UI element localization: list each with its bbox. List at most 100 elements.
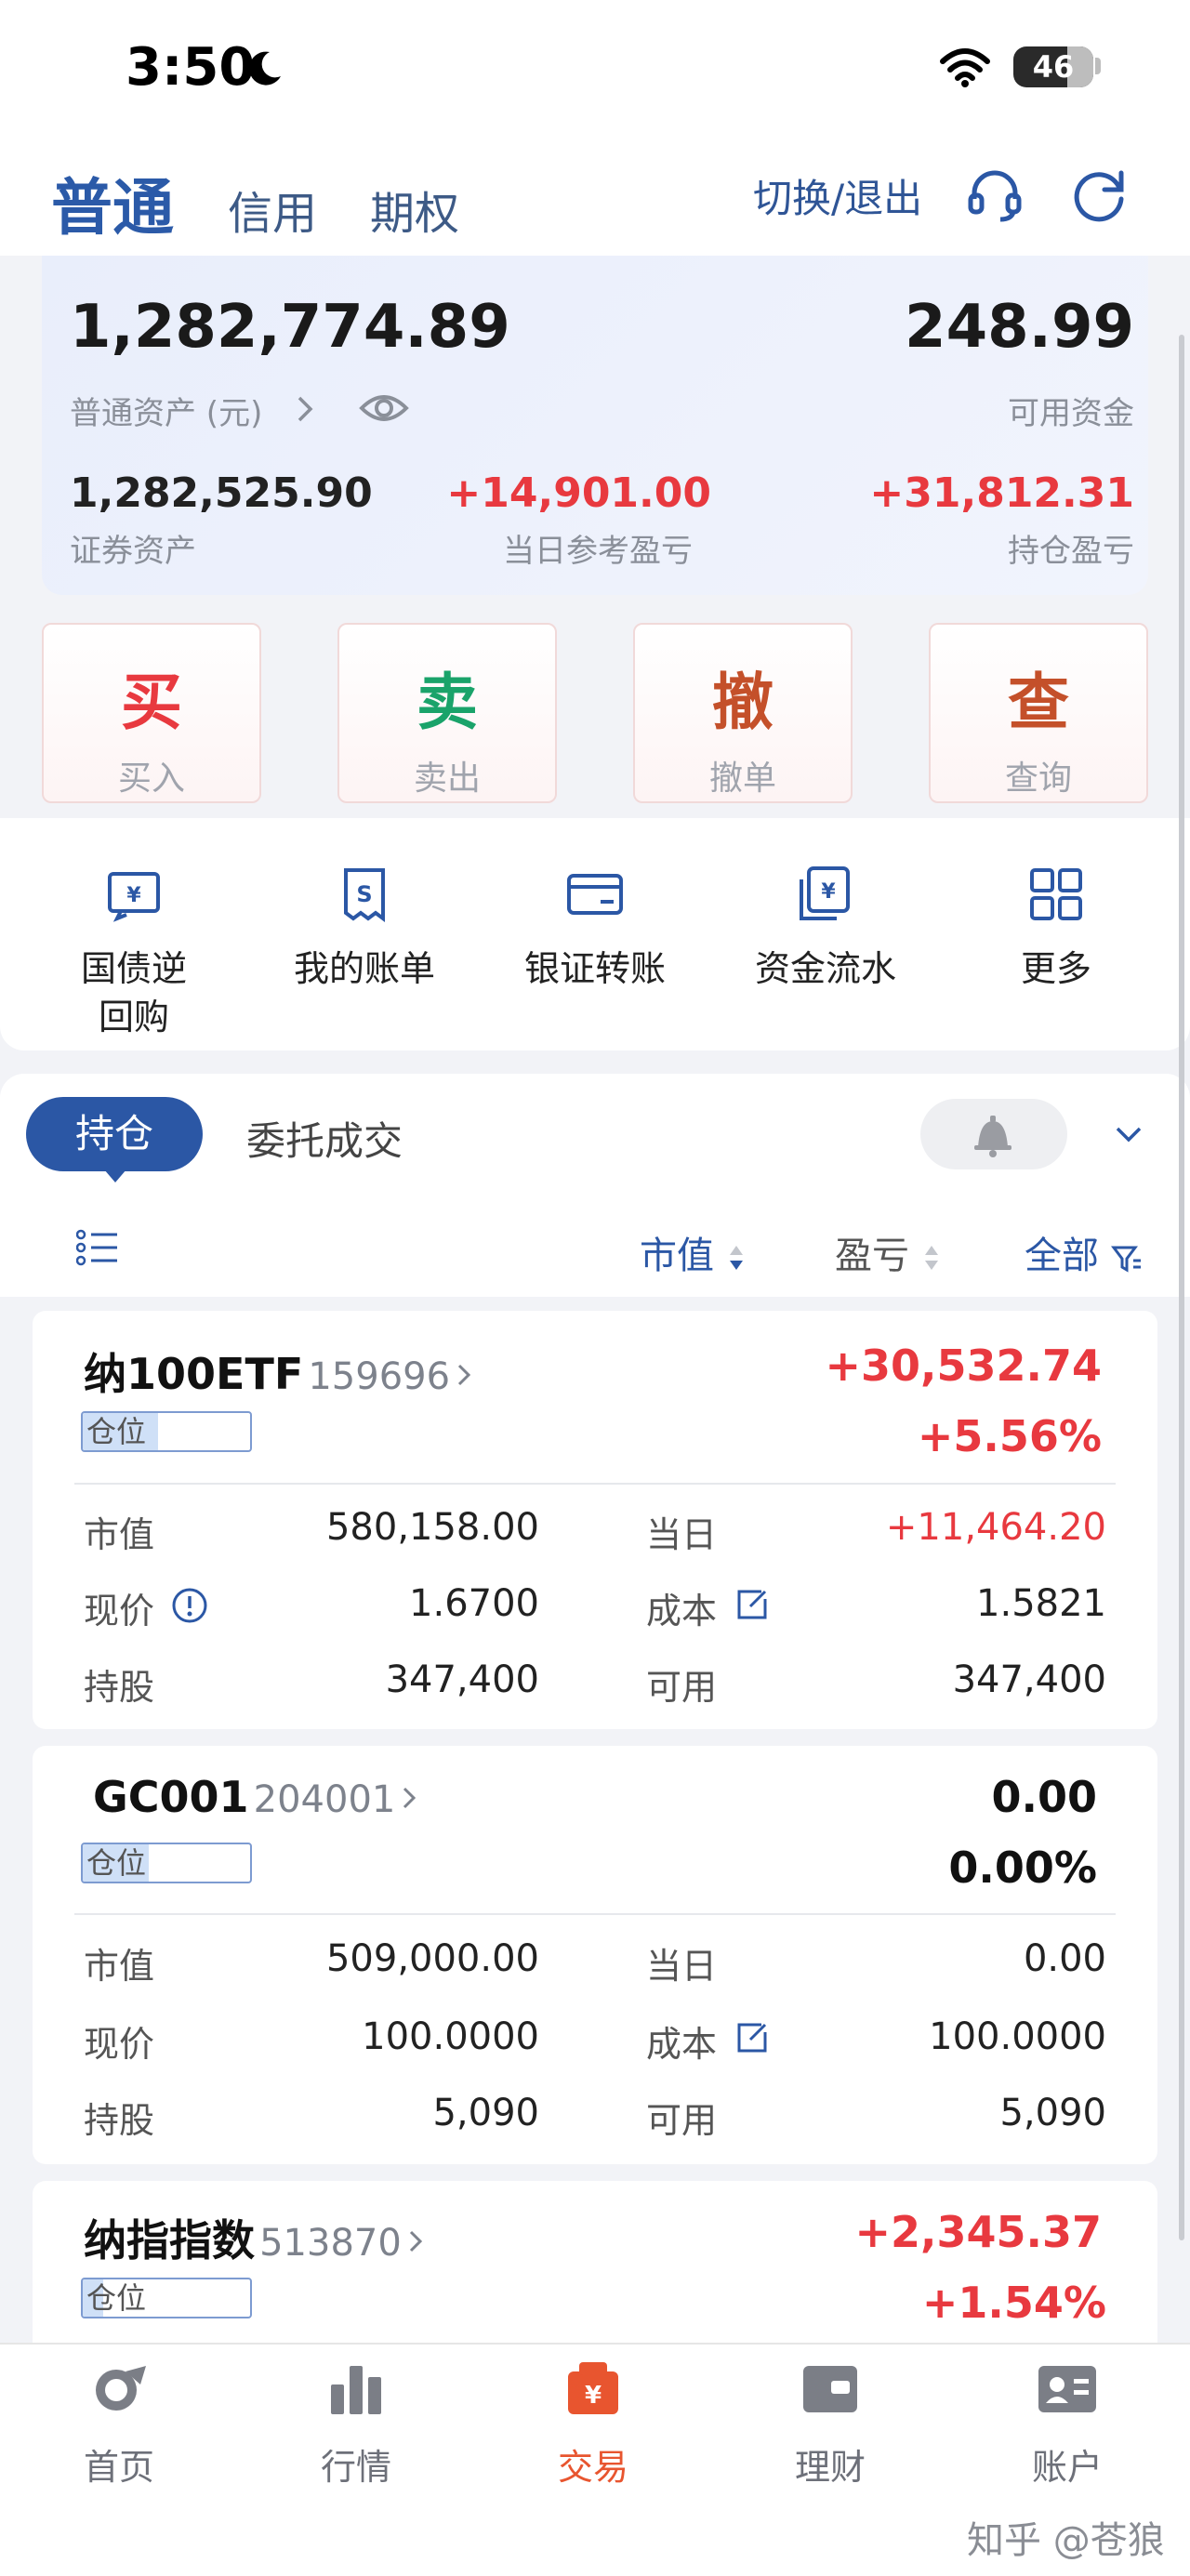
tab-normal[interactable]: 普通 [51, 158, 174, 247]
bell-icon [974, 1116, 1012, 1157]
cost-price: 100.0000 [929, 2015, 1106, 2058]
moon-icon [249, 51, 281, 86]
chevron-right-icon [403, 1787, 416, 1809]
chevron-down-icon[interactable] [1112, 1121, 1145, 1147]
edit-icon[interactable] [734, 1586, 771, 1623]
status-bar: 3:50 46 [0, 0, 1190, 139]
securities-assets-label: 证券资产 [70, 533, 196, 570]
svg-text:S: S [356, 881, 372, 907]
position-pnl-percent: +1.54% [921, 2278, 1106, 2328]
sort-market-value[interactable]: 市值 [640, 1225, 747, 1279]
chevron-right-icon[interactable] [293, 393, 317, 425]
today-change: 0.00 [1023, 1937, 1106, 1980]
position-pnl-label: 持仓盈亏 [1008, 533, 1134, 570]
today-pnl: +14,901.00 [446, 469, 711, 517]
shortcut-more[interactable]: 更多 [954, 865, 1158, 993]
tab-orders-trades[interactable]: 委托成交 [246, 1110, 403, 1167]
chevron-right-icon [409, 2230, 423, 2252]
filter-icon [1110, 1246, 1141, 1273]
account-icon [1038, 2366, 1096, 2412]
info-icon[interactable] [170, 1586, 209, 1625]
nav-home[interactable]: 首页 [26, 2357, 212, 2490]
market-value: 580,158.00 [325, 1506, 539, 1549]
wealth-icon [803, 2366, 857, 2412]
list-icon[interactable] [76, 1229, 119, 1266]
edit-icon[interactable] [734, 2019, 771, 2056]
shortcut-my-bill[interactable]: S 我的账单 [262, 865, 467, 993]
shares-held: 5,090 [432, 2092, 539, 2134]
shortcut-cashflow[interactable]: ¥ 资金流水 [723, 865, 928, 993]
position-code: 204001 [253, 1778, 396, 1821]
position-pnl: +30,532.74 [825, 1341, 1102, 1391]
market-icon [331, 2366, 381, 2414]
nav-trade[interactable]: ¥ 交易 [500, 2357, 686, 2490]
chevron-right-icon [458, 1364, 471, 1386]
nav-market[interactable]: 行情 [263, 2357, 449, 2490]
nav-account[interactable]: 账户 [974, 2357, 1160, 2490]
asset-summary-card: 1,282,774.89 普通资产 (元) 248.99 可用资金 1,282,… [42, 256, 1148, 595]
sort-arrows-icon [924, 1246, 938, 1270]
query-button[interactable]: 查 查询 [929, 623, 1148, 803]
switch-logout-link[interactable]: 切换/退出 [753, 167, 922, 224]
buy-button[interactable]: 买 买入 [42, 623, 261, 803]
position-pnl-percent: +5.56% [917, 1411, 1102, 1461]
current-price: 1.6700 [409, 1582, 539, 1625]
position-card[interactable]: 纳指指数 513870 仓位 12.1% +2,345.37 +1.54% [33, 2181, 1157, 2358]
today-change: +11,464.20 [885, 1506, 1106, 1549]
position-pnl-percent: 0.00% [948, 1843, 1097, 1893]
shares-available: 347,400 [952, 1658, 1106, 1701]
alert-toggle[interactable] [920, 1099, 1067, 1169]
home-icon [96, 2366, 146, 2411]
shortcut-bank-transfer[interactable]: 银证转账 [493, 865, 697, 993]
sort-arrows-icon [729, 1246, 743, 1270]
status-time: 3:50 [126, 37, 256, 98]
svg-text:¥: ¥ [821, 880, 836, 904]
position-code: 513870 [259, 2222, 402, 2265]
trade-icon: ¥ [568, 2362, 618, 2414]
refresh-icon[interactable] [1071, 165, 1130, 225]
transfer-icon [567, 874, 623, 915]
total-assets-label: 普通资产 (元) [70, 395, 263, 432]
battery-indicator: 46 [1013, 46, 1093, 87]
trading-screen: 3:50 46 普通 信用 期权 切换/退出 1,282,774.89 普通资产… [0, 0, 1190, 2576]
watermark: 知乎 @苍狼 [967, 2519, 1165, 2562]
available-funds-label: 可用资金 [1008, 395, 1134, 432]
tab-options[interactable]: 期权 [370, 177, 459, 242]
tab-holdings[interactable]: 持仓 [26, 1097, 203, 1171]
filter-all[interactable]: 全部 [1025, 1225, 1143, 1279]
position-name: GC001 [93, 1772, 249, 1822]
today-pnl-label: 当日参考盈亏 [503, 533, 693, 570]
wifi-icon [940, 48, 990, 87]
position-card[interactable]: 纳100ETF 159696 仓位 45.2% +30,532.74 +5.56… [33, 1311, 1157, 1729]
nav-wealth[interactable]: 理财 [737, 2357, 923, 2490]
sort-pnl[interactable]: 盈亏 [835, 1225, 942, 1279]
cancel-order-button[interactable]: 撤 撤单 [633, 623, 853, 803]
position-card[interactable]: GC001 204001 仓位 39.7% 0.00 0.00% 市值 509,… [33, 1746, 1157, 2164]
total-assets: 1,282,774.89 [70, 293, 510, 362]
bond-repo-icon: ¥ [108, 872, 160, 922]
customer-service-icon[interactable] [965, 165, 1025, 225]
position-ratio-badge: 仓位 39.7% [81, 1843, 252, 1883]
sell-button[interactable]: 卖 卖出 [337, 623, 557, 803]
shares-held: 347,400 [385, 1658, 539, 1701]
position-pnl: +31,812.31 [869, 469, 1134, 517]
position-code: 159696 [308, 1355, 451, 1398]
market-value: 509,000.00 [325, 1937, 539, 1980]
shares-available: 5,090 [999, 2092, 1106, 2134]
eye-icon[interactable] [358, 388, 410, 429]
cashflow-icon: ¥ [800, 866, 850, 920]
available-funds: 248.99 [905, 293, 1134, 362]
account-type-header: 普通 信用 期权 切换/退出 [0, 139, 1190, 256]
svg-text:¥: ¥ [126, 884, 141, 907]
current-price: 100.0000 [362, 2015, 539, 2058]
position-ratio-badge: 仓位 12.1% [81, 2278, 252, 2318]
shortcut-bond-repo[interactable]: ¥ 国债逆 回购 [32, 865, 236, 1041]
scrollbar[interactable] [1179, 335, 1184, 2240]
grid-icon [1030, 868, 1082, 920]
svg-text:¥: ¥ [585, 2382, 602, 2410]
position-name: 纳100ETF [84, 1349, 304, 1399]
cost-price: 1.5821 [976, 1582, 1106, 1625]
tab-credit[interactable]: 信用 [228, 177, 317, 242]
position-name: 纳指指数 [84, 2215, 255, 2266]
securities-assets: 1,282,525.90 [70, 469, 373, 517]
